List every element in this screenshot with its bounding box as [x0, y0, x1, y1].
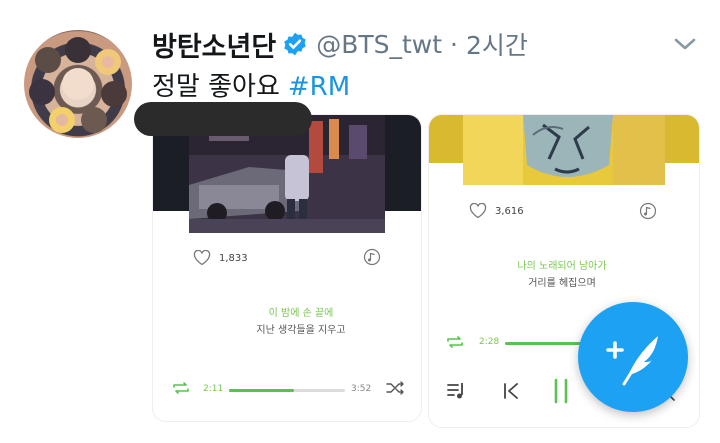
tweet-time[interactable]: 2시간 [466, 26, 528, 62]
lyric-highlight-right: 나의 노래되어 남아가 [517, 261, 607, 272]
avatar[interactable] [24, 30, 132, 138]
separator-dot: · [450, 29, 458, 59]
compose-tweet-button[interactable] [578, 302, 688, 412]
redacted-overlay [134, 102, 312, 136]
album-art-right [463, 115, 665, 185]
progress-fill-left [229, 389, 294, 392]
like-row-right: 3,616 [469, 203, 524, 219]
user-handle[interactable]: @BTS_twt [316, 30, 442, 59]
tweet-text: 정말 좋아요 #RM [152, 66, 350, 103]
like-count-left: 1,833 [219, 252, 248, 264]
repeat-icon[interactable] [171, 381, 191, 395]
pause-icon[interactable] [551, 377, 571, 405]
elapsed-time-left: 2:11 [203, 384, 224, 394]
music-note-icon[interactable] [639, 202, 657, 220]
progress-track-left[interactable] [229, 389, 345, 392]
previous-icon[interactable] [501, 381, 521, 401]
heart-icon[interactable] [469, 203, 487, 219]
like-count-right: 3,616 [495, 205, 524, 217]
like-row-left: 1,833 [193, 250, 248, 266]
tweet-body: 정말 좋아요 [152, 72, 280, 102]
verified-badge-icon [284, 32, 306, 56]
chevron-down-icon[interactable] [672, 35, 698, 53]
media-card-left[interactable]: 1,833 이 밤에 손 끝에 지난 생각들을 지우고 2:11 3:52 [152, 114, 422, 422]
hashtag-link[interactable]: #RM [288, 72, 350, 102]
lyric-highlight-left: 이 밤에 손 끝에 [268, 308, 334, 319]
duration-left: 3:52 [351, 384, 372, 394]
compose-tweet-icon [606, 336, 658, 386]
tweet-header: 방탄소년단 @BTS_twt · 2시간 [152, 24, 528, 64]
music-note-icon[interactable] [363, 248, 381, 266]
playlist-icon[interactable] [445, 379, 469, 403]
elapsed-time-right: 2:28 [479, 337, 500, 347]
heart-icon[interactable] [193, 250, 211, 266]
lyric-line-right: 거리를 헤집으며 [528, 278, 596, 289]
display-name[interactable]: 방탄소년단 [152, 25, 276, 64]
repeat-icon[interactable] [445, 335, 465, 349]
lyric-line-left: 지난 생각들을 지우고 [256, 325, 346, 336]
shuffle-icon[interactable] [385, 381, 405, 395]
